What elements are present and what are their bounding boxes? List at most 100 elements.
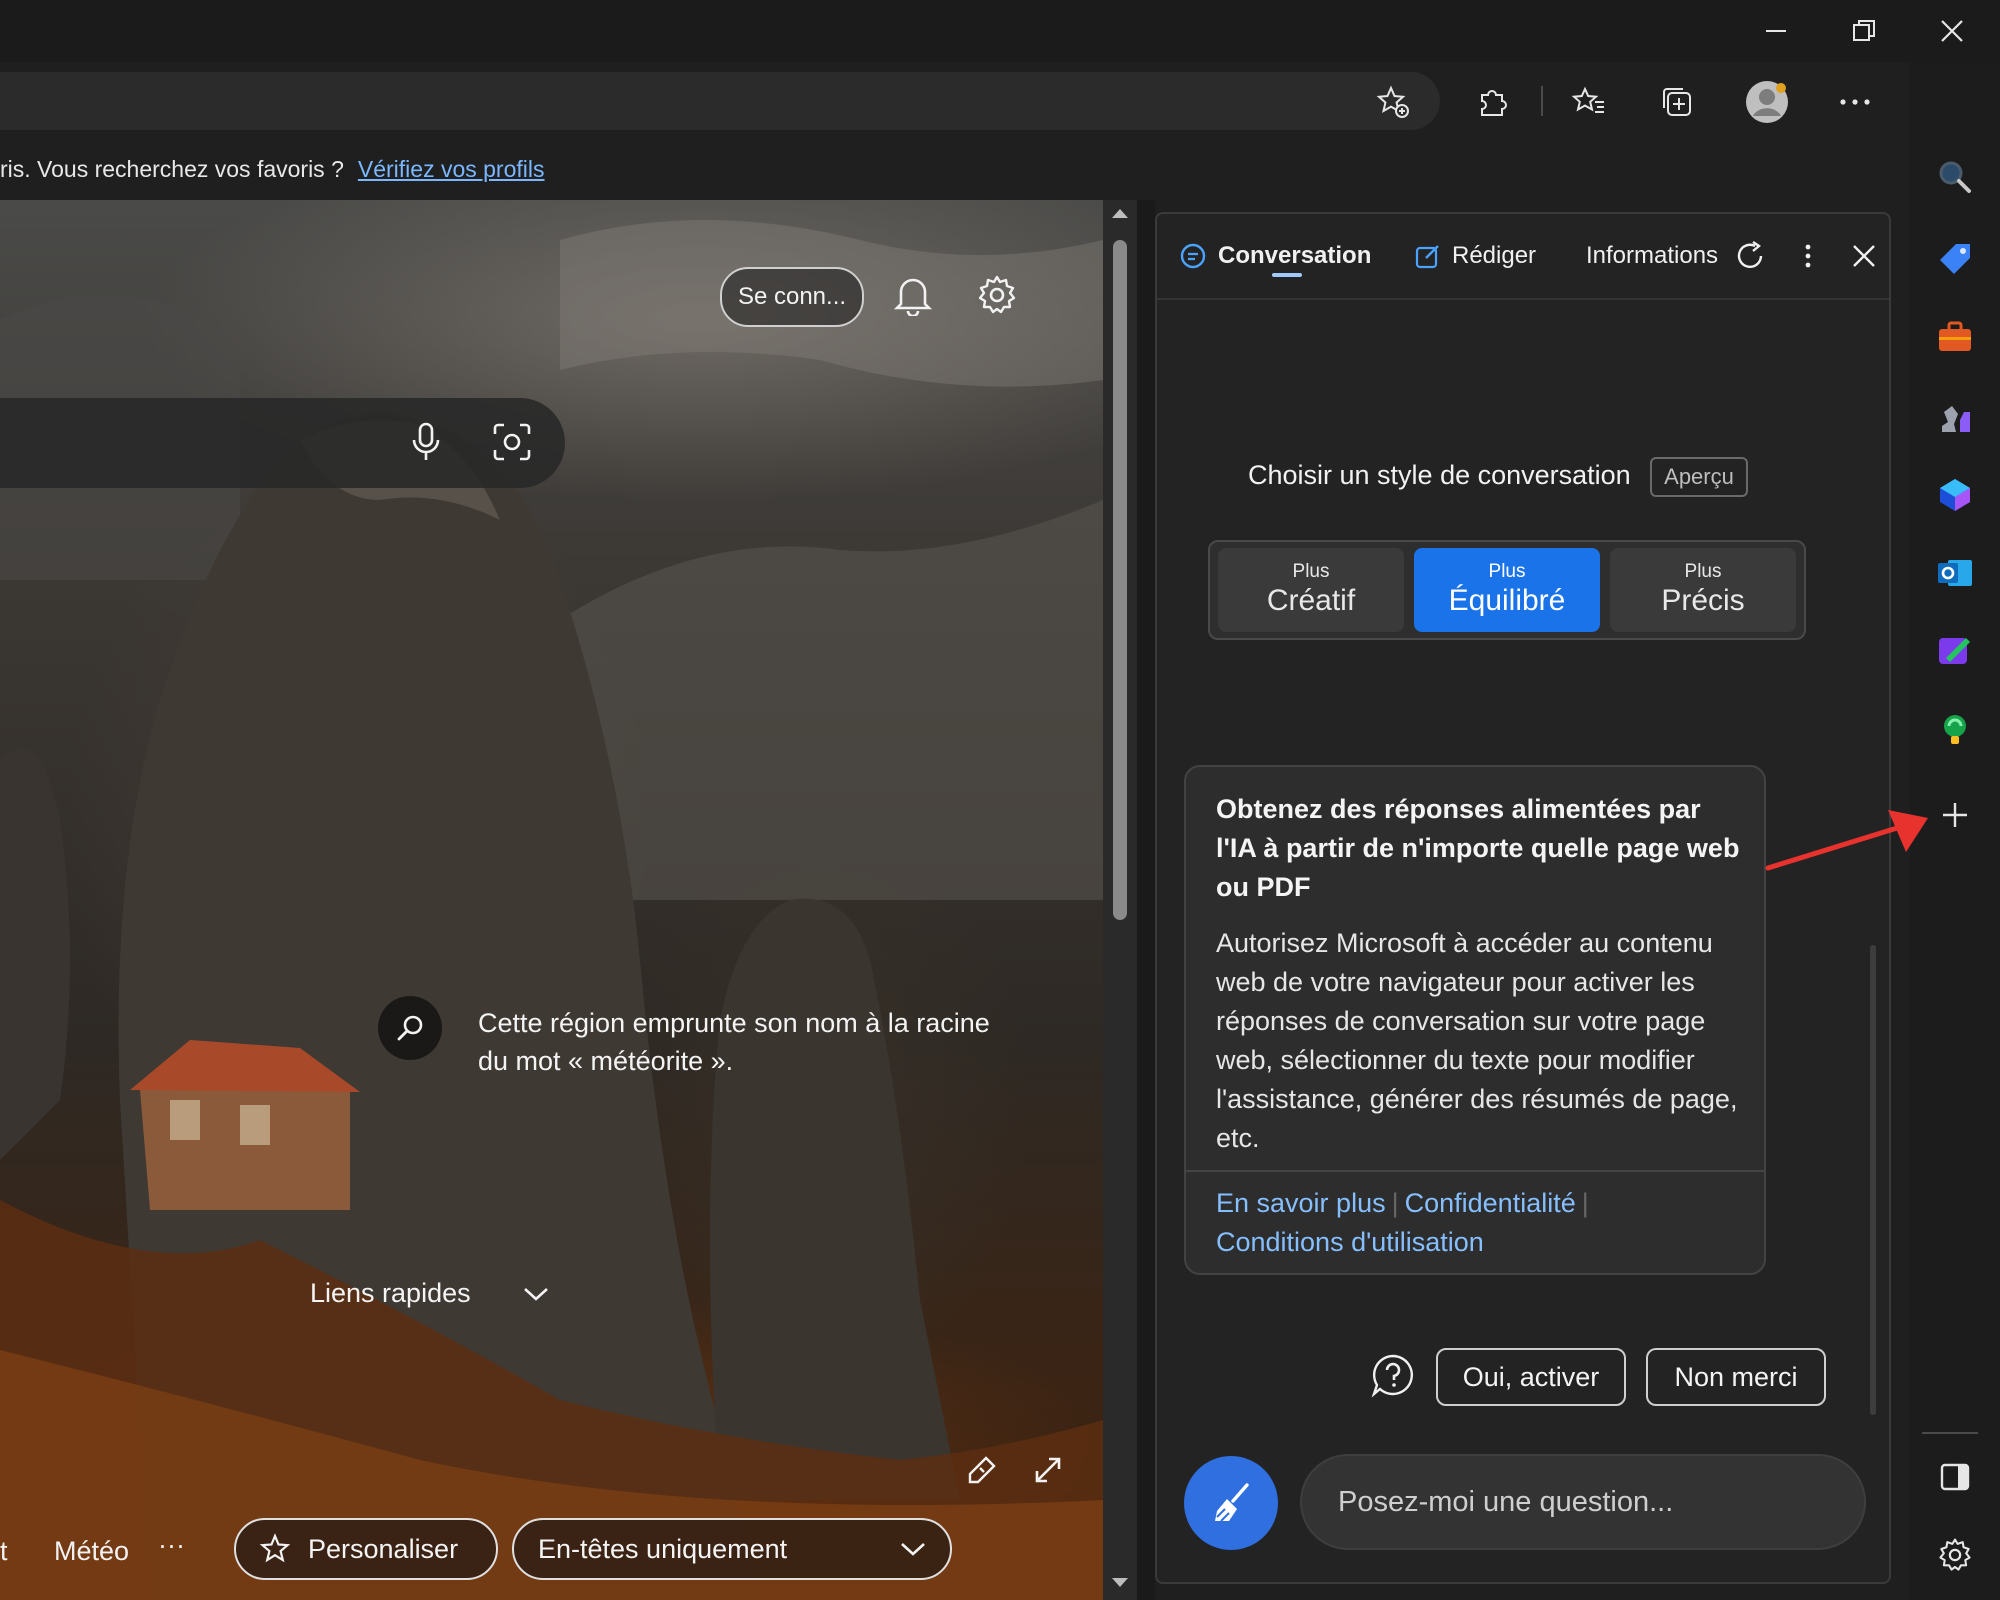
verify-profiles-link[interactable]: Vérifiez vos profils xyxy=(358,156,545,183)
collections-icon xyxy=(1663,88,1691,116)
feed-tab-weather[interactable]: Météo xyxy=(54,1536,129,1567)
microphone-icon xyxy=(412,422,440,460)
restore-button[interactable] xyxy=(1820,0,1908,62)
link-separator: | xyxy=(1581,1188,1589,1218)
tab-insights-label: Informations xyxy=(1586,242,1719,269)
personalize-button[interactable]: Personaliser xyxy=(234,1518,498,1580)
refresh-button[interactable] xyxy=(1730,236,1770,276)
tab-conversation[interactable]: Conversation xyxy=(1178,236,1371,276)
style-precise-label: Précis xyxy=(1661,584,1745,617)
help-button[interactable] xyxy=(1368,1350,1418,1400)
sidebar-games-button[interactable] xyxy=(1920,386,1990,448)
feed-layout-value: En-têtes uniquement xyxy=(538,1533,788,1564)
info-bar-message: ris. Vous recherchez vos favoris ? xyxy=(0,155,344,182)
style-creative-button[interactable]: Plus Créatif xyxy=(1218,548,1404,632)
image-edit-icon xyxy=(968,1456,996,1484)
new-topic-button[interactable] xyxy=(1184,1456,1278,1550)
sidebar-search-button[interactable] xyxy=(1920,146,1990,208)
quick-links-label: Liens rapides xyxy=(310,1278,471,1308)
microsoft365-icon xyxy=(1940,479,1970,511)
tab-compose[interactable]: Rédiger xyxy=(1414,236,1536,276)
close-panel-button[interactable] xyxy=(1846,236,1882,276)
tab-insights[interactable]: Informations xyxy=(1586,236,1718,276)
notifications-button[interactable] xyxy=(884,266,942,324)
address-bar[interactable] xyxy=(0,72,1440,130)
add-favorite-icon xyxy=(1376,85,1409,118)
extensions-button[interactable] xyxy=(1464,78,1522,126)
sidebar-settings-button[interactable] xyxy=(1920,1524,1990,1586)
tab-compose-label: Rédiger xyxy=(1452,242,1537,269)
enable-access-button[interactable]: Oui, activer xyxy=(1436,1348,1626,1406)
style-precise-button[interactable]: Plus Précis xyxy=(1610,548,1796,632)
style-creative-label: Créatif xyxy=(1266,584,1356,617)
bell-icon xyxy=(893,278,933,316)
image-fact-text[interactable]: Cette région emprunte son nom à la racin… xyxy=(478,1004,998,1080)
settings-icon xyxy=(1939,1538,1971,1571)
more-button[interactable] xyxy=(1826,78,1884,126)
style-balanced-label: Équilibré xyxy=(1448,584,1566,617)
add-icon xyxy=(1943,803,1967,827)
panel-gutter xyxy=(1137,200,1155,1600)
minimize-button[interactable] xyxy=(1732,0,1820,62)
sidebar-separator xyxy=(1922,1432,1978,1434)
card-body: Autorisez Microsoft à accéder au contenu… xyxy=(1216,928,1738,1153)
quick-links-toggle[interactable]: Liens rapides xyxy=(310,1278,549,1309)
expand-icon xyxy=(1035,1457,1061,1483)
feedback-button[interactable] xyxy=(960,1448,1004,1492)
sidebar-shopping-button[interactable] xyxy=(1920,228,1990,290)
profile-button[interactable] xyxy=(1738,72,1796,132)
scroll-down-icon[interactable] xyxy=(1110,1576,1130,1590)
feed-layout-select[interactable]: En-têtes uniquement xyxy=(512,1518,952,1580)
add-favorite-button[interactable] xyxy=(1364,78,1422,126)
sidebar-outlook-button[interactable] xyxy=(1920,542,1990,604)
close-icon xyxy=(1853,245,1875,267)
fullscreen-image-button[interactable] xyxy=(1026,1448,1070,1492)
feed-tab-fragment[interactable]: t xyxy=(0,1536,8,1567)
preview-badge: Aperçu xyxy=(1650,457,1748,497)
sidebar-toggle-button[interactable] xyxy=(1920,1446,1990,1508)
minimize-icon xyxy=(1766,30,1786,32)
style-balanced-top: Plus xyxy=(1488,561,1526,582)
sidebar-tools-button[interactable] xyxy=(1920,306,1990,368)
more-icon xyxy=(1840,99,1870,105)
chevron-down-icon xyxy=(523,1287,548,1301)
active-tab-indicator xyxy=(1272,273,1302,277)
visual-search-button[interactable] xyxy=(484,414,540,470)
profile-info-bar: ris. Vous recherchez vos favoris ? Vérif… xyxy=(0,140,1910,198)
image-info-button[interactable] xyxy=(378,996,442,1060)
title-bar xyxy=(0,0,2000,62)
close-window-button[interactable] xyxy=(1908,0,1996,62)
restore-icon xyxy=(1853,20,1875,41)
style-creative-top: Plus xyxy=(1292,561,1330,582)
ask-question-placeholder: Posez-moi une question... xyxy=(1338,1485,1674,1518)
page-settings-button[interactable] xyxy=(968,266,1026,324)
privacy-link[interactable]: Confidentialité xyxy=(1405,1188,1576,1218)
link-separator: | xyxy=(1391,1188,1399,1218)
sidebar-drop-button[interactable] xyxy=(1920,698,1990,760)
style-balanced-button[interactable]: Plus Équilibré xyxy=(1414,548,1600,632)
panel-scrollbar[interactable] xyxy=(1870,945,1876,1415)
ask-question-input[interactable]: Posez-moi une question... xyxy=(1300,1454,1866,1550)
games-icon xyxy=(1942,406,1970,432)
profile-icon xyxy=(1746,81,1788,123)
learn-more-link[interactable]: En savoir plus xyxy=(1216,1188,1386,1218)
panel-more-button[interactable] xyxy=(1796,236,1820,276)
card-links: En savoir plus | Confidentialité | Conditio… xyxy=(1216,1184,1746,1262)
chat-icon xyxy=(1180,243,1206,269)
voice-search-button[interactable] xyxy=(398,414,454,470)
scroll-up-icon[interactable] xyxy=(1110,206,1130,220)
more-vertical-icon xyxy=(1805,244,1811,268)
collections-button[interactable] xyxy=(1648,78,1706,126)
feed-more-button[interactable]: ··· xyxy=(158,1530,185,1561)
card-heading: Obtenez des réponses alimentées par l'IA… xyxy=(1216,794,1740,902)
page-scrollbar-thumb[interactable] xyxy=(1113,240,1127,920)
terms-link[interactable]: Conditions d'utilisation xyxy=(1216,1227,1484,1257)
visual-search-icon xyxy=(493,423,531,461)
favorites-button[interactable] xyxy=(1560,78,1618,126)
sidebar-m365-button[interactable] xyxy=(1920,464,1990,526)
outlook-icon xyxy=(1938,560,1972,586)
web-search-box[interactable] xyxy=(0,398,565,488)
sidebar-designer-button[interactable] xyxy=(1920,620,1990,682)
decline-button[interactable]: Non merci xyxy=(1646,1348,1826,1406)
sign-in-button[interactable]: Se conn... xyxy=(720,267,864,327)
